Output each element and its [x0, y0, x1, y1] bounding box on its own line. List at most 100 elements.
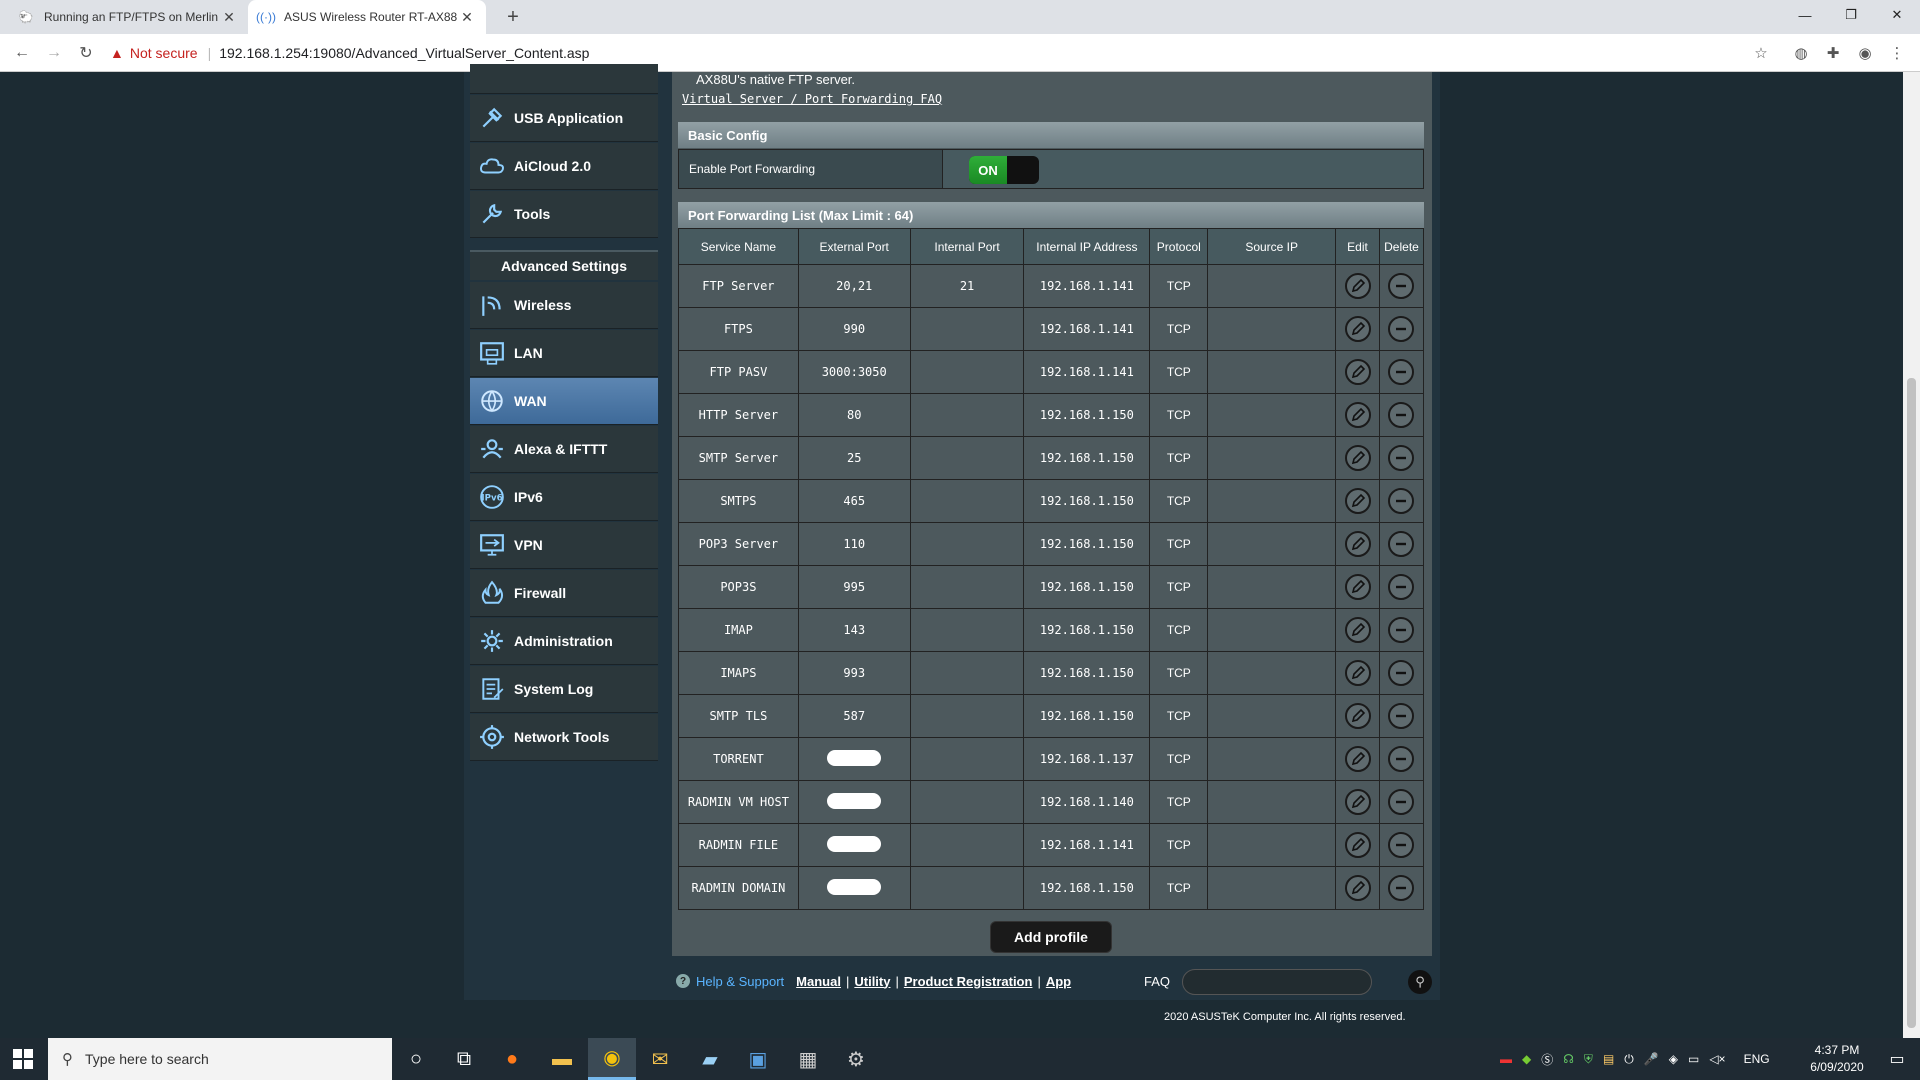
shield-icon[interactable]: ⛨ — [1584, 1052, 1593, 1067]
volume-icon[interactable]: ◁× — [1709, 1052, 1725, 1066]
delete-icon[interactable] — [1388, 359, 1415, 385]
skype-icon[interactable]: Ⓢ — [1541, 1051, 1553, 1068]
edit-icon[interactable] — [1344, 531, 1371, 557]
notepad-icon[interactable]: ▰ — [686, 1038, 734, 1080]
sidebar-item-wan[interactable]: WAN — [470, 378, 658, 425]
address-bar[interactable]: ▲ Not secure | 192.168.1.254:19080/Advan… — [110, 40, 1780, 66]
delete-icon[interactable] — [1388, 617, 1415, 643]
sidebar-item-ipv6[interactable]: IPv6 IPv6 — [470, 474, 658, 521]
chrome-icon[interactable]: ◉ — [588, 1038, 636, 1080]
new-tab-button[interactable]: + — [500, 4, 526, 30]
edit-icon[interactable] — [1344, 875, 1371, 901]
calculator-icon[interactable]: ▦ — [784, 1038, 832, 1080]
edit-icon[interactable] — [1344, 832, 1371, 858]
edit-icon[interactable] — [1344, 703, 1371, 729]
cortana-icon[interactable]: ○ — [392, 1038, 440, 1080]
clock[interactable]: 4:37 PM 6/09/2020 — [1802, 1042, 1872, 1076]
sidebar-item-tools[interactable]: Tools — [470, 191, 658, 238]
dropbox-icon[interactable]: ◈ — [1669, 1052, 1678, 1066]
microphone-icon[interactable]: 🎤 — [1644, 1052, 1659, 1066]
nvidia-icon[interactable]: ◆ — [1522, 1052, 1531, 1066]
browser-tab-merlin[interactable]: 🐑 Running an FTP/FTPS on Merlin f ✕ — [8, 0, 248, 34]
delete-icon[interactable] — [1388, 746, 1415, 772]
back-icon[interactable]: ← — [10, 41, 34, 65]
settings-tool-icon[interactable]: ⚙ — [832, 1038, 880, 1080]
remote-desktop-icon[interactable]: ▣ — [734, 1038, 782, 1080]
delete-icon[interactable] — [1388, 703, 1415, 729]
restore-icon[interactable]: ❐ — [1828, 0, 1874, 30]
close-tab-icon[interactable]: ✕ — [220, 9, 238, 26]
help-support-link[interactable]: ? Help & Support — [676, 974, 784, 989]
network-icon[interactable]: ▭ — [1688, 1052, 1699, 1066]
mail-icon[interactable]: ✉ — [636, 1038, 684, 1080]
tray-app-icon[interactable]: ▬ — [1500, 1052, 1512, 1066]
taskbar-search-box[interactable]: ⚲ Type here to search — [48, 1038, 392, 1080]
delete-icon[interactable] — [1388, 789, 1415, 815]
language-indicator[interactable]: ENG — [1744, 1052, 1770, 1066]
delete-icon[interactable] — [1388, 488, 1415, 514]
avatar[interactable]: ◉ — [1854, 42, 1876, 64]
product-registration-link[interactable]: Product Registration — [904, 974, 1033, 989]
sidebar-item-network-tools[interactable]: Network Tools — [470, 714, 658, 761]
edit-icon[interactable] — [1344, 789, 1371, 815]
manual-link[interactable]: Manual — [796, 974, 841, 989]
extension-globe-icon[interactable]: ◍ — [1790, 42, 1812, 64]
sidebar-item-administration[interactable]: Administration — [470, 618, 658, 665]
delete-icon[interactable] — [1388, 574, 1415, 600]
scrollbar-thumb[interactable] — [1907, 378, 1916, 1028]
sidebar-item-alexa-ifttt[interactable]: Alexa & IFTTT — [470, 426, 658, 473]
delete-icon[interactable] — [1388, 445, 1415, 471]
reload-icon[interactable]: ↻ — [74, 41, 98, 65]
edit-icon[interactable] — [1344, 574, 1371, 600]
sidebar-item-wireless[interactable]: Wireless — [470, 282, 658, 329]
security-icon[interactable]: ⏻ — [1624, 1052, 1634, 1067]
sidebar-item-usb-application[interactable]: USB Application — [470, 95, 658, 142]
sidebar-item-vpn[interactable]: VPN — [470, 522, 658, 569]
edit-icon[interactable] — [1344, 746, 1371, 772]
search-icon[interactable]: ⚲ — [1408, 970, 1432, 994]
edit-icon[interactable] — [1344, 488, 1371, 514]
folder-sync-icon[interactable]: ▤ — [1603, 1052, 1614, 1066]
close-window-icon[interactable]: ✕ — [1874, 0, 1920, 30]
faq-link[interactable]: Virtual Server / Port Forwarding FAQ — [682, 92, 942, 106]
notifications-icon[interactable]: ▭ — [1874, 1038, 1920, 1080]
edit-icon[interactable] — [1344, 617, 1371, 643]
delete-icon[interactable] — [1388, 875, 1415, 901]
delete-icon[interactable] — [1388, 402, 1415, 428]
sidebar-item-system-log[interactable]: System Log — [470, 666, 658, 713]
utility-link[interactable]: Utility — [854, 974, 890, 989]
sidebar-item-lan[interactable]: LAN — [470, 330, 658, 377]
edit-icon[interactable] — [1344, 273, 1371, 299]
minimize-icon[interactable]: — — [1782, 0, 1828, 30]
file-explorer-icon[interactable]: ▬ — [538, 1038, 586, 1080]
forward-icon[interactable]: → — [42, 41, 66, 65]
edit-icon[interactable] — [1344, 660, 1371, 686]
delete-icon[interactable] — [1388, 273, 1415, 299]
sidebar-item-aicloud[interactable]: AiCloud 2.0 — [470, 143, 658, 190]
faq-search-input[interactable] — [1182, 969, 1372, 995]
star-icon[interactable]: ☆ — [1750, 42, 1772, 64]
edit-icon[interactable] — [1344, 402, 1371, 428]
sidebar-item-partial[interactable] — [470, 64, 658, 94]
page-scrollbar[interactable] — [1903, 72, 1920, 1038]
browser-tab-asus[interactable]: ((·)) ASUS Wireless Router RT-AX88U ✕ — [248, 0, 486, 34]
edit-icon[interactable] — [1344, 316, 1371, 342]
delete-icon[interactable] — [1388, 832, 1415, 858]
source-ip-cell — [1207, 608, 1337, 652]
delete-icon[interactable] — [1388, 531, 1415, 557]
add-profile-button[interactable]: Add profile — [990, 921, 1112, 953]
puzzle-icon[interactable]: ✚ — [1822, 42, 1844, 64]
close-tab-icon[interactable]: ✕ — [458, 9, 476, 26]
app-link[interactable]: App — [1046, 974, 1071, 989]
edit-icon[interactable] — [1344, 445, 1371, 471]
sidebar-item-firewall[interactable]: Firewall — [470, 570, 658, 617]
firefox-icon[interactable]: ● — [488, 1038, 536, 1080]
headset-icon[interactable]: ☊ — [1563, 1052, 1574, 1066]
task-view-icon[interactable]: ⧉ — [440, 1038, 488, 1080]
delete-icon[interactable] — [1388, 660, 1415, 686]
delete-icon[interactable] — [1388, 316, 1415, 342]
windows-start-icon[interactable] — [12, 1048, 34, 1070]
port-forwarding-toggle[interactable]: ON — [969, 156, 1039, 184]
edit-icon[interactable] — [1344, 359, 1371, 385]
menu-dots-icon[interactable]: ⋮ — [1886, 42, 1908, 64]
